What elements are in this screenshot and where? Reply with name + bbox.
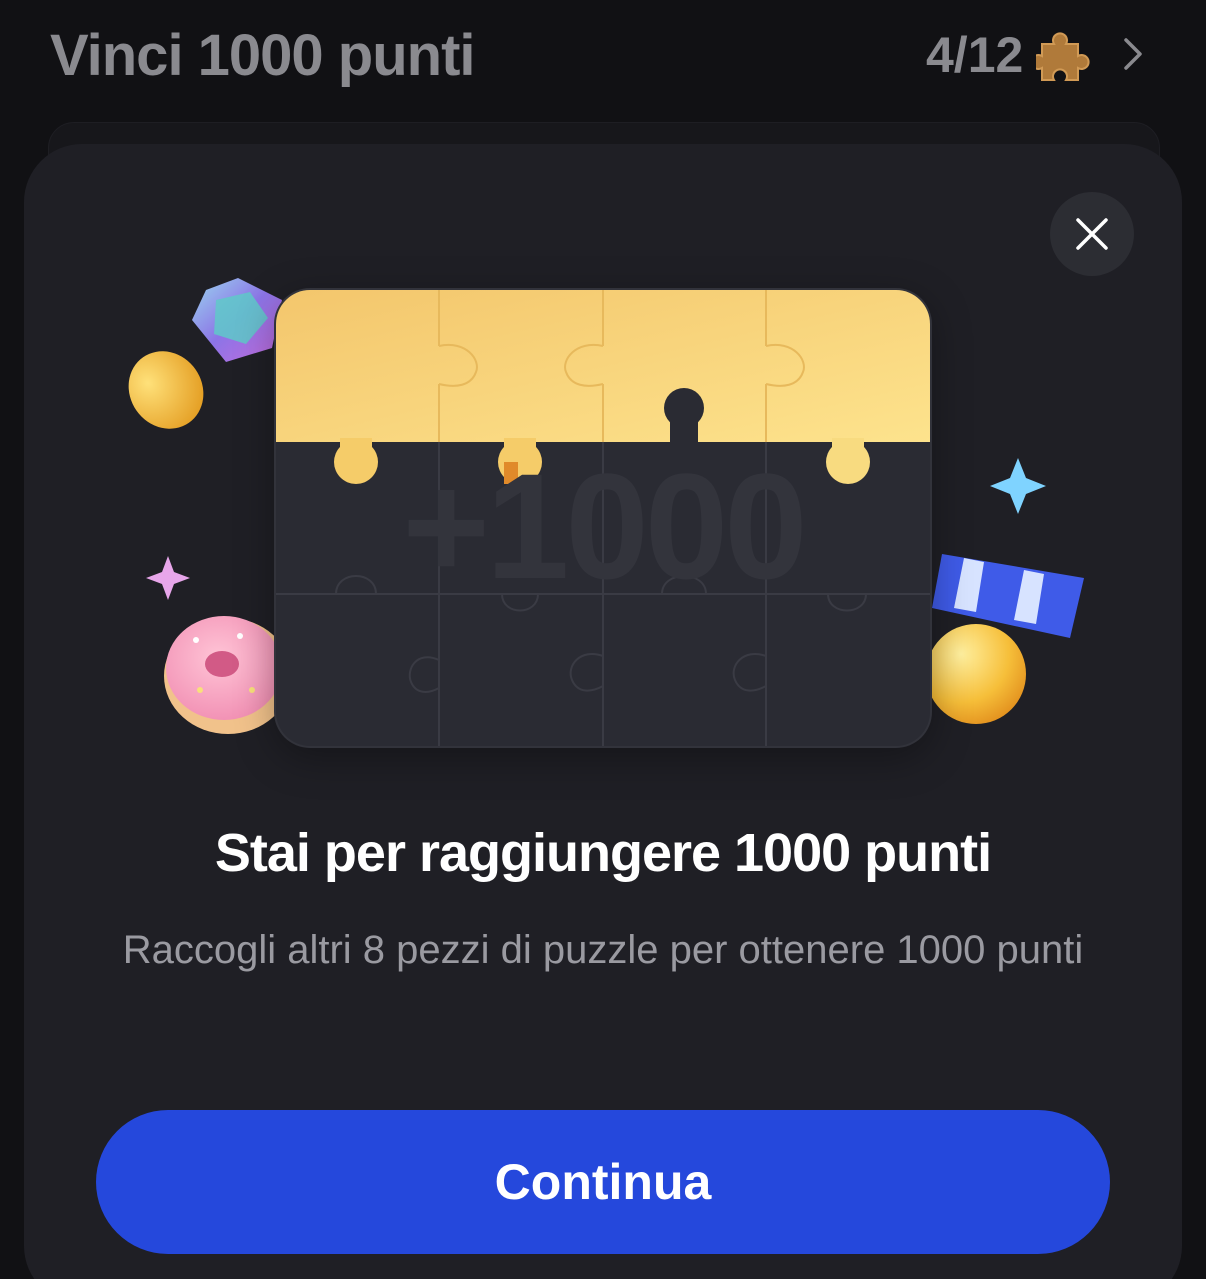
page-title: Vinci 1000 punti <box>50 23 476 88</box>
chevron-right-icon[interactable] <box>1120 36 1146 72</box>
puzzle-progress[interactable]: 4/12 <box>926 26 1023 84</box>
modal-subtext: Raccogli altri 8 pezzi di puzzle per ott… <box>122 928 1084 972</box>
close-icon <box>1076 218 1108 250</box>
close-button[interactable] <box>1050 192 1134 276</box>
continue-button[interactable]: Continua <box>96 1110 1110 1254</box>
puzzle-piece-icon <box>1036 32 1090 81</box>
page-header: Vinci 1000 punti 4/12 <box>0 0 1206 120</box>
continue-button-label: Continua <box>494 1154 712 1210</box>
modal-headline: Stai per raggiungere 1000 punti <box>214 823 992 883</box>
app-root: Vinci 1000 punti 4/12 +1000 Stai per rag… <box>0 0 1206 1279</box>
bonus-points-watermark: +1000 <box>402 442 807 610</box>
